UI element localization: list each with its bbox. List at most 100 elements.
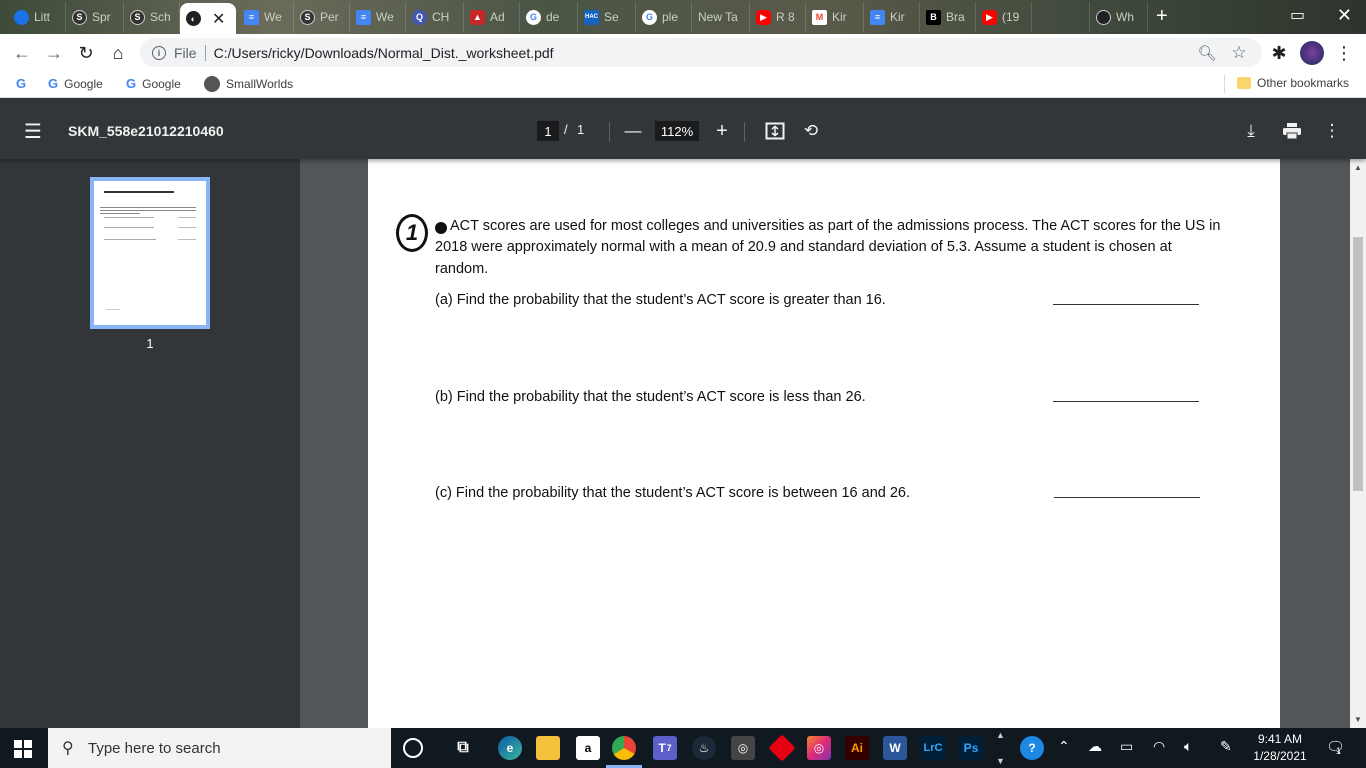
url-text[interactable]: C:/Users/ricky/Downloads/Normal_Dist._wo… [214,45,554,61]
new-tab-button[interactable]: + [1156,5,1168,28]
tab-1[interactable]: Litt [8,2,66,32]
word-icon[interactable]: W [883,736,907,760]
cortana-icon[interactable] [403,738,423,758]
zoom-out-icon[interactable]: — [621,119,645,143]
tab-11[interactable]: HAC Se [578,2,636,32]
task-view-icon[interactable]: ⧉ [451,736,475,760]
forward-arrow-icon[interactable]: → [41,40,67,66]
download-icon[interactable]: ⤓ [1239,119,1263,143]
info-icon[interactable]: i [152,45,166,60]
chrome-pdf-icon: ◐ [186,11,201,26]
tab-16[interactable]: ≡ Kir [864,2,920,32]
tab-2[interactable]: S Spr [66,2,124,32]
tab-close-icon[interactable]: ✕ [212,9,225,29]
lightroom-classic-icon[interactable]: LrC [921,736,945,760]
tab-18[interactable]: ▶ (19 [976,2,1032,32]
tab-label: Wh [1116,10,1134,24]
taskbar-scroll-up-icon[interactable]: ▲ [996,730,1005,740]
show-hidden-icons-icon[interactable]: ⌃ [1058,738,1070,755]
tab-12[interactable]: G ple [636,2,692,32]
fit-to-page-icon[interactable] [763,119,787,143]
tab-13[interactable]: New Ta [692,2,750,32]
pdf-viewer[interactable]: 1 ACT scores are used for most colleges … [300,159,1350,728]
scrollbar-thumb[interactable] [1353,237,1363,491]
tab-label: Sch [150,10,171,24]
taskbar-scroll-down-icon[interactable]: ▼ [996,756,1005,766]
bookmark-google-2[interactable]: G Google [126,76,181,91]
more-actions-icon[interactable]: ⋮ [1320,119,1344,143]
volume-icon[interactable]: 🔈︎ [1184,738,1192,755]
teams-icon[interactable]: T7 [653,736,677,760]
notifications-icon[interactable]: 🗨︎ 1 [1326,738,1345,756]
hamburger-menu-icon[interactable]: ☰ [21,119,45,143]
taskbar-search-box[interactable]: ⚲ Type here to search [48,728,391,768]
file-explorer-icon[interactable] [536,736,560,760]
docs-icon: ≡ [870,9,885,25]
tab-10[interactable]: G de [520,2,578,32]
wifi-icon[interactable]: ◠ [1153,738,1165,755]
profile-avatar[interactable] [1300,41,1324,65]
taskbar-clock[interactable]: 9:41 AM 1/28/2021 [1250,731,1310,765]
steam-icon[interactable]: ♨ [692,736,716,760]
scroll-up-arrow-icon[interactable]: ▲ [1354,163,1362,172]
apps-google-icon[interactable]: G [16,76,26,91]
tab-20[interactable]: Wh [1090,2,1148,32]
tab-5[interactable]: ≡ We [238,2,294,32]
extensions-puzzle-icon[interactable]: ✱ [1266,40,1292,66]
windows-start-icon[interactable] [14,740,32,763]
battery-icon[interactable]: ▭ [1120,738,1133,755]
other-bookmarks-folder[interactable]: Other bookmarks [1237,76,1349,90]
photoshop-icon[interactable]: Ps [959,736,983,760]
tab-7[interactable]: ≡ We [350,2,406,32]
home-icon[interactable]: ⌂ [105,40,131,66]
illustrator-icon[interactable]: Ai [845,736,869,760]
answer-line-b [1053,401,1199,402]
tab-label: Se [604,10,619,24]
help-icon[interactable]: ? [1020,736,1044,760]
onedrive-icon[interactable]: ☁ [1088,738,1102,755]
print-icon[interactable] [1280,119,1304,143]
camera-app-icon[interactable]: ◎ [731,736,755,760]
pdf-page: 1 ACT scores are used for most colleges … [368,159,1280,728]
zoom-magnifier-icon[interactable]: 🔍︎ [1194,38,1220,67]
bookmark-star-icon[interactable]: ☆ [1226,38,1252,67]
tab-8[interactable]: Q CH [406,2,464,32]
tab-15[interactable]: M Kir [806,2,864,32]
address-bar[interactable]: i File C:/Users/ricky/Downloads/Normal_D… [140,38,1262,67]
zoom-level-input[interactable]: 112% [655,121,699,141]
tab-3[interactable]: S Sch [124,2,180,32]
minimize-icon[interactable]: ▭ [1290,5,1305,25]
scroll-down-arrow-icon[interactable]: ▼ [1354,715,1362,724]
vertical-scrollbar[interactable]: ▲ ▼ [1350,159,1366,728]
roblox-icon[interactable] [768,734,796,762]
tab-label: Ad [490,10,505,24]
window-close-icon[interactable]: ✕ [1337,5,1352,26]
zoom-in-icon[interactable]: + [710,119,734,143]
page-number-input[interactable]: 1 [537,121,559,141]
bookmark-google-1[interactable]: G Google [48,76,103,91]
chrome-icon[interactable] [612,736,636,760]
tab-active-pdf[interactable]: ◐ ✕ [180,3,236,34]
brainly-icon: B [926,9,941,25]
tab-19[interactable] [1032,2,1090,32]
tab-6[interactable]: S Per [294,2,350,32]
tab-17[interactable]: B Bra [920,2,976,32]
back-arrow-icon[interactable]: ← [9,40,35,66]
rotate-counterclockwise-icon[interactable]: ⟲ [799,119,823,143]
instagram-icon[interactable]: ◎ [807,736,831,760]
tab-14[interactable]: ▶ R 8 [750,2,806,32]
handwritten-dot [435,222,447,234]
tab-label: Spr [92,10,111,24]
tab-label: Kir [890,10,905,24]
tab-9[interactable]: ▲ Ad [464,2,520,32]
tab-label: R 8 [776,10,795,24]
reload-icon[interactable]: ↻ [73,40,99,66]
chrome-menu-icon[interactable]: ⋮ [1331,40,1357,66]
bookmark-smallworlds[interactable]: SmallWorlds [204,76,293,92]
toolbar-separator [609,122,610,142]
google-icon: G [126,76,137,91]
pen-icon[interactable]: ✎ [1220,738,1232,755]
edge-icon[interactable]: e [498,736,522,760]
amazon-icon[interactable]: a [576,736,600,760]
page-thumbnail[interactable] [90,177,210,329]
